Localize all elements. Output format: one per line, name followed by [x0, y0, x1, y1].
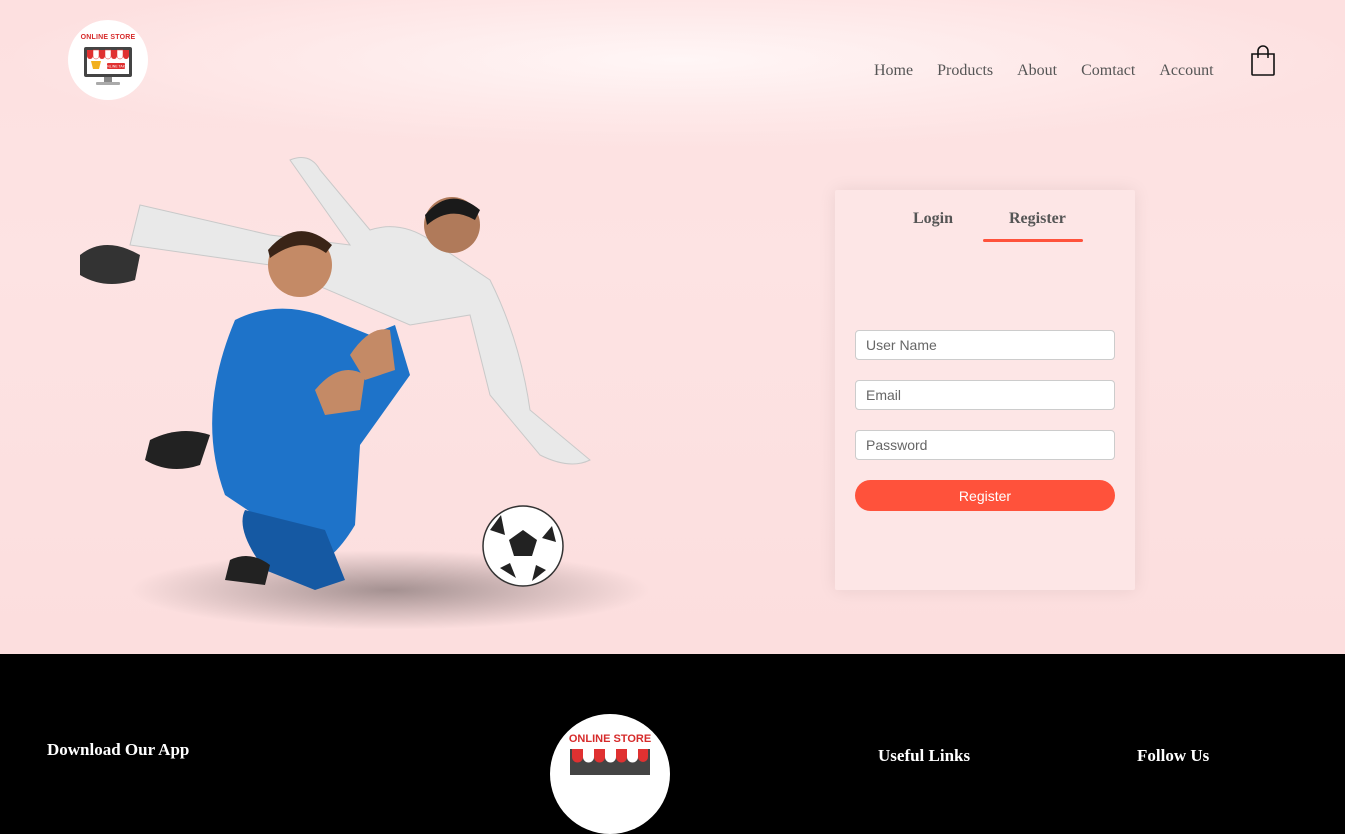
nav-contact[interactable]: Comtact [1081, 62, 1135, 80]
footer-logo: ONLINE STORE [550, 714, 670, 834]
footer: Download Our App ONLINE STORE Useful Lin… [0, 654, 1345, 834]
football-players-image [80, 157, 650, 630]
useful-links-heading: Useful Links [878, 746, 971, 765]
store-logo[interactable]: ONLINE STORE ONLINE TAKE [68, 20, 148, 100]
nav-about[interactable]: About [1017, 62, 1057, 80]
nav-home[interactable]: Home [874, 62, 913, 80]
active-tab-indicator [983, 239, 1083, 242]
download-app-heading: Download Our App [47, 740, 190, 759]
svg-text:ONLINE TAKE: ONLINE TAKE [105, 64, 128, 68]
shopping-bag-icon[interactable] [1250, 44, 1276, 76]
tab-login[interactable]: Login [913, 210, 953, 228]
nav-products[interactable]: Products [937, 62, 993, 80]
follow-us-heading: Follow Us [1137, 746, 1210, 765]
storefront-icon: ONLINE TAKE [84, 46, 132, 85]
logo-text: ONLINE STORE [80, 33, 136, 41]
tab-register[interactable]: Register [1009, 210, 1066, 228]
storefront-icon [570, 749, 650, 775]
email-field[interactable] [855, 380, 1115, 410]
username-field[interactable] [855, 330, 1115, 360]
hero-section: ONLINE STORE ONLINE TAKE Home Products A… [0, 0, 1345, 654]
main-nav: Home Products About Comtact Account [874, 62, 1238, 80]
footer-logo-text: ONLINE STORE [568, 733, 652, 745]
auth-form-container: Login Register Register [835, 190, 1135, 590]
register-button[interactable]: Register [855, 480, 1115, 511]
nav-account[interactable]: Account [1159, 62, 1213, 80]
auth-tabs: Login Register [835, 210, 1135, 242]
password-field[interactable] [855, 430, 1115, 460]
